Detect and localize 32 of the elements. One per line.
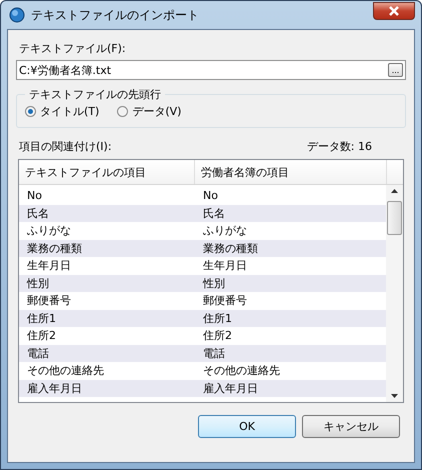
list-row[interactable]: 住所1 住所1 [19,310,386,327]
list-row[interactable]: その他の連絡先 その他の連絡先 [19,362,386,380]
list-row[interactable]: 住所2 住所2 [19,327,386,344]
list-row[interactable]: 電話 電話 [19,344,386,362]
list-row[interactable]: 生年月日 生年月日 [19,257,386,274]
list-row[interactable]: 郵便番号 郵便番号 [19,292,386,310]
list-row[interactable]: 氏名 氏名 [19,204,386,222]
window-title: テキストファイルのインポート [31,6,200,24]
file-path-field[interactable]: C:¥労働者名簿.txt ... [16,60,406,80]
column-header[interactable]: 労働者名簿の項目 [195,160,387,184]
mapping-label: 項目の関連付け(I): [19,139,112,155]
data-count: データ数: 16 [306,139,372,155]
scroll-up-icon [391,189,398,193]
list-row[interactable]: ふりがな ふりがな [19,222,386,240]
file-label: テキストファイル(F): [19,41,127,56]
scroll-thumb[interactable] [387,201,402,235]
column-header[interactable]: テキストファイルの項目 [19,160,195,184]
list-row[interactable]: No No [19,187,386,204]
scrollbar[interactable] [386,185,403,402]
scroll-down-icon [391,394,398,398]
dialog-button[interactable]: OK [198,415,296,438]
browse-button[interactable]: ... [388,63,403,77]
globe-icon [9,7,25,23]
close-button[interactable] [373,2,415,20]
radio-option[interactable]: タイトル(T) [25,104,100,119]
list-row[interactable]: 性別 性別 [19,274,386,292]
list-row[interactable]: 雇入年月日 雇入年月日 [19,380,386,397]
radio-option[interactable]: データ(V) [117,104,182,119]
close-icon [388,6,400,16]
list-row[interactable]: 業務の種類 業務の種類 [19,240,386,257]
group-title: テキストファイルの先頭行 [28,87,162,102]
dialog-button[interactable]: キャンセル [302,415,400,438]
